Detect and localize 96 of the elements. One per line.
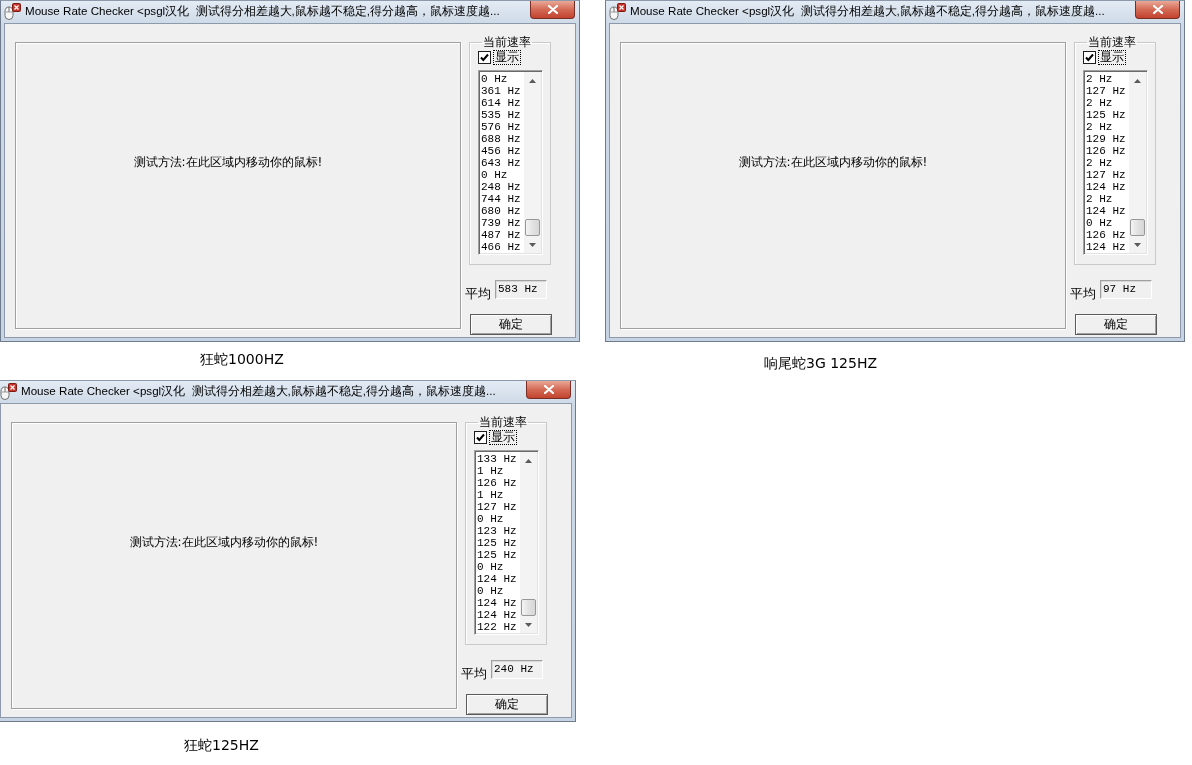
group-title: 当前速率 (482, 35, 532, 49)
window-title: Mouse Rate Checker <psgl汉化 测试得分相差越大,鼠标越不稳定,得分越高，鼠标速度越... (25, 3, 500, 19)
list-item[interactable]: 125 Hz (477, 549, 520, 561)
mouse-icon (4, 3, 21, 20)
list-item[interactable]: 0 Hz (481, 169, 524, 181)
list-item[interactable]: 456 Hz (481, 145, 524, 157)
list-item[interactable]: 126 Hz (1086, 229, 1129, 241)
close-button[interactable] (1135, 1, 1180, 19)
list-item[interactable]: 0 Hz (477, 561, 520, 573)
list-item[interactable]: 614 Hz (481, 97, 524, 109)
window-title: Mouse Rate Checker <psgl汉化 测试得分相差越大,鼠标越不稳定,得分越高，鼠标速度越... (630, 3, 1105, 19)
scrollbar[interactable] (1129, 72, 1146, 253)
scroll-down-icon[interactable] (1134, 242, 1141, 247)
list-item[interactable]: 122 Hz (477, 621, 520, 633)
list-item[interactable]: 2 Hz (1086, 73, 1129, 85)
test-instruction: 测试方法:在此区域内移动你的鼠标! (129, 535, 319, 549)
list-item[interactable]: 124 Hz (1086, 181, 1129, 193)
list-item[interactable]: 680 Hz (481, 205, 524, 217)
list-item[interactable]: 0 Hz (1086, 217, 1129, 229)
checkbox[interactable] (1083, 51, 1096, 64)
checkbox[interactable] (478, 51, 491, 64)
rate-list[interactable]: 0 Hz 361 Hz 614 Hz 535 Hz 576 Hz 688 Hz 456 Hz 643 Hz 0 Hz 248 Hz 744 Hz 680 Hz 739 Hz 487 Hz 466 Hz (478, 70, 543, 255)
list-item[interactable]: 125 Hz (1086, 109, 1129, 121)
ok-button[interactable]: 确定 (466, 694, 548, 715)
list-item[interactable]: 123 Hz (477, 525, 520, 537)
scroll-up-icon[interactable] (529, 78, 536, 83)
average-label: 平均 (465, 286, 491, 301)
list-item[interactable]: 2 Hz (1086, 97, 1129, 109)
list-item[interactable]: 0 Hz (477, 585, 520, 597)
group-title: 当前速率 (1087, 35, 1137, 49)
average-field[interactable]: 240 Hz (491, 660, 543, 679)
checkbox-label[interactable]: 显示 (494, 51, 520, 64)
list-item[interactable]: 124 Hz (477, 597, 520, 609)
close-icon (547, 5, 558, 14)
list-item[interactable]: 133 Hz (477, 453, 520, 465)
scroll-down-icon[interactable] (525, 622, 532, 627)
checkbox[interactable] (474, 431, 487, 444)
list-item[interactable]: 248 Hz (481, 181, 524, 193)
rate-list[interactable]: 2 Hz 127 Hz 2 Hz 125 Hz 2 Hz 129 Hz 126 Hz 2 Hz 127 Hz 124 Hz 2 Hz 124 Hz 0 Hz 126 Hz 124 Hz (1083, 70, 1148, 255)
list-item[interactable]: 2 Hz (1086, 193, 1129, 205)
caption: 响尾蛇3G 125HZ (764, 355, 878, 371)
list-item[interactable]: 124 Hz (477, 609, 520, 621)
list-item[interactable]: 576 Hz (481, 121, 524, 133)
mouse-icon (0, 383, 17, 400)
window-title: Mouse Rate Checker <psgl汉化 测试得分相差越大,鼠标越不稳定,得分越高，鼠标速度越... (21, 383, 496, 399)
list-item[interactable]: 2 Hz (1086, 121, 1129, 133)
mouse-icon (609, 3, 626, 20)
rate-list[interactable]: 133 Hz 1 Hz 126 Hz 1 Hz 127 Hz 0 Hz 123 Hz 125 Hz 125 Hz 0 Hz 124 Hz 0 Hz 124 Hz 124 Hz 122 Hz (474, 450, 539, 635)
scroll-up-icon[interactable] (1134, 78, 1141, 83)
scroll-up-icon[interactable] (525, 458, 532, 463)
scrollbar[interactable] (524, 72, 541, 253)
average-field[interactable]: 583 Hz (495, 280, 547, 299)
group-title: 当前速率 (478, 415, 528, 429)
list-item[interactable]: 744 Hz (481, 193, 524, 205)
ok-button[interactable]: 确定 (1075, 314, 1157, 335)
scroll-thumb[interactable] (521, 599, 536, 616)
test-instruction: 测试方法:在此区域内移动你的鼠标! (738, 155, 928, 169)
list-item[interactable]: 487 Hz (481, 229, 524, 241)
list-item[interactable]: 643 Hz (481, 157, 524, 169)
list-item[interactable]: 535 Hz (481, 109, 524, 121)
scroll-thumb[interactable] (1130, 219, 1145, 236)
close-button[interactable] (526, 381, 571, 399)
average-label: 平均 (1070, 286, 1096, 301)
average-field[interactable]: 97 Hz (1100, 280, 1152, 299)
checkbox-label[interactable]: 显示 (1099, 51, 1125, 64)
list-item[interactable]: 0 Hz (477, 513, 520, 525)
list-item[interactable]: 124 Hz (1086, 241, 1129, 253)
list-item[interactable]: 2 Hz (1086, 157, 1129, 169)
list-item[interactable]: 125 Hz (477, 537, 520, 549)
list-item[interactable]: 126 Hz (477, 477, 520, 489)
scroll-thumb[interactable] (525, 219, 540, 236)
list-item[interactable]: 1 Hz (477, 489, 520, 501)
checkbox-label[interactable]: 显示 (490, 431, 516, 444)
average-label: 平均 (461, 666, 487, 681)
scrollbar[interactable] (520, 452, 537, 633)
list-item[interactable]: 1 Hz (477, 465, 520, 477)
scroll-down-icon[interactable] (529, 242, 536, 247)
ok-button[interactable]: 确定 (470, 314, 552, 335)
list-item[interactable]: 0 Hz (481, 73, 524, 85)
list-item[interactable]: 126 Hz (1086, 145, 1129, 157)
list-item[interactable]: 361 Hz (481, 85, 524, 97)
list-item[interactable]: 688 Hz (481, 133, 524, 145)
list-item[interactable]: 127 Hz (1086, 85, 1129, 97)
list-item[interactable]: 124 Hz (477, 573, 520, 585)
caption: 狂蛇125HZ (184, 737, 259, 753)
close-button[interactable] (530, 1, 575, 19)
list-item[interactable]: 739 Hz (481, 217, 524, 229)
close-icon (1152, 5, 1163, 14)
close-icon (543, 385, 554, 394)
caption: 狂蛇1000HZ (200, 351, 284, 367)
list-item[interactable]: 129 Hz (1086, 133, 1129, 145)
list-item[interactable]: 124 Hz (1086, 205, 1129, 217)
test-instruction: 测试方法:在此区域内移动你的鼠标! (133, 155, 323, 169)
list-item[interactable]: 127 Hz (477, 501, 520, 513)
list-item[interactable]: 466 Hz (481, 241, 524, 253)
list-item[interactable]: 127 Hz (1086, 169, 1129, 181)
